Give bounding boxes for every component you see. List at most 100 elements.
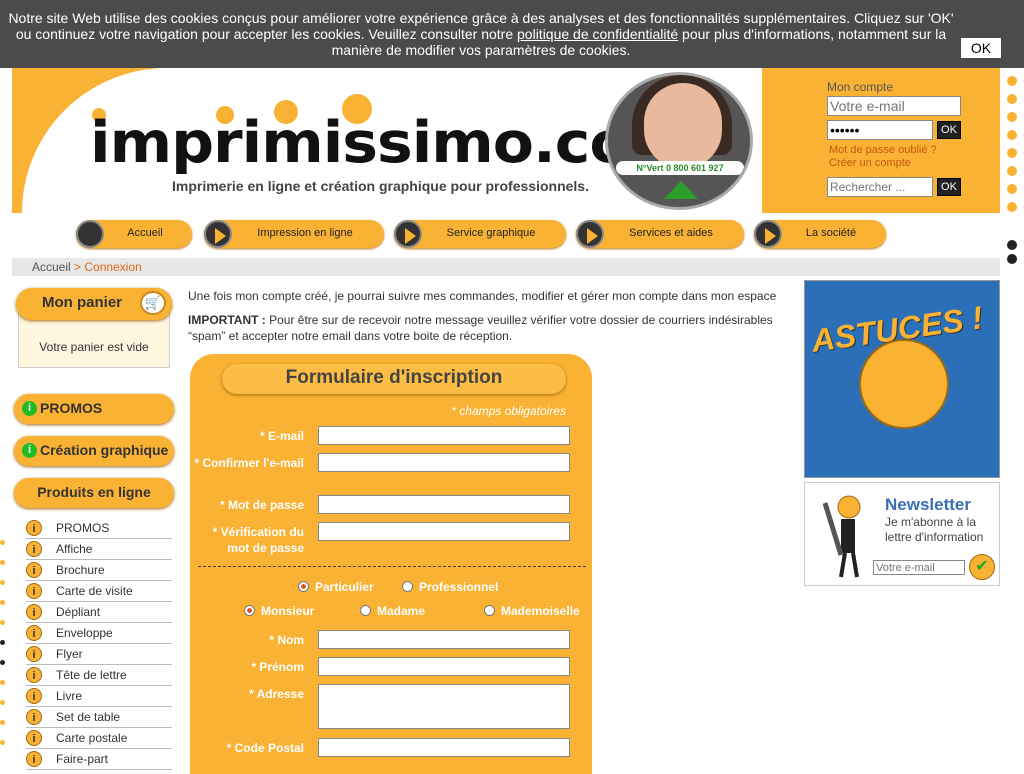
site-logo[interactable]: imprimissimo.com bbox=[90, 110, 692, 177]
arrow-up-icon bbox=[664, 181, 698, 199]
info-icon: i bbox=[22, 401, 37, 416]
site-header: imprimissimo.com Imprimerie en ligne et … bbox=[12, 68, 1000, 213]
required-note: * champs obligatoires bbox=[451, 404, 566, 418]
registration-form: Formulaire d'inscription * champs obliga… bbox=[190, 354, 592, 774]
play-arrow-icon bbox=[405, 228, 416, 244]
play-arrow-icon bbox=[765, 228, 776, 244]
info-icon: i bbox=[26, 625, 42, 641]
code-postal-field[interactable] bbox=[318, 738, 570, 757]
astuces-banner[interactable]: ASTUCES ! bbox=[804, 280, 1000, 478]
form-title: Formulaire d'inscription bbox=[222, 364, 566, 394]
list-item[interactable]: i Flyer bbox=[26, 644, 172, 665]
account-panel: Mon compte OK Mot de passe oublié ? Crée… bbox=[827, 80, 961, 197]
sidebar-promos[interactable]: i PROMOS bbox=[14, 394, 174, 424]
play-arrow-icon bbox=[587, 228, 598, 244]
cart-title[interactable]: Mon panier 🛒 bbox=[16, 288, 172, 320]
search-input[interactable] bbox=[827, 177, 933, 197]
prenom-label: * Prénom bbox=[251, 660, 304, 674]
form-divider bbox=[198, 566, 586, 567]
email-label: * E-mail bbox=[259, 429, 304, 443]
radio-selected-icon bbox=[298, 581, 309, 592]
breadcrumb-current: Connexion bbox=[84, 260, 142, 274]
numero-vert-badge: N°Vert 0 800 601 927 bbox=[616, 161, 744, 175]
list-item[interactable]: i PROMOS bbox=[26, 518, 172, 539]
verify-password-label: * Vérification du mot de passe bbox=[212, 525, 304, 555]
email-field[interactable] bbox=[318, 426, 570, 445]
radio-professionnel[interactable]: Professionnel bbox=[402, 580, 498, 594]
sidebar-creation-graphique[interactable]: i Création graphique bbox=[14, 436, 174, 466]
list-item[interactable]: i Livre bbox=[26, 686, 172, 707]
nom-field[interactable] bbox=[318, 630, 570, 649]
password-field[interactable] bbox=[318, 495, 570, 514]
radio-mademoiselle[interactable]: Mademoiselle bbox=[484, 604, 580, 618]
breadcrumb-home[interactable]: Accueil bbox=[32, 260, 71, 274]
checkmark-icon[interactable]: ✔ bbox=[969, 554, 995, 580]
radio-icon bbox=[484, 605, 495, 616]
play-arrow-icon bbox=[215, 228, 226, 244]
list-item[interactable]: i Tête de lettre bbox=[26, 665, 172, 686]
info-icon: i bbox=[26, 541, 42, 557]
home-bullet-icon bbox=[76, 220, 104, 248]
newsletter-title: Newsletter bbox=[885, 495, 971, 514]
list-item[interactable]: i Carte postale bbox=[26, 728, 172, 749]
nav-la-societe[interactable]: La société bbox=[754, 220, 886, 248]
customer-service-photo[interactable]: N°Vert 0 800 601 927 bbox=[605, 72, 753, 210]
nav-impression[interactable]: Impression en ligne bbox=[204, 220, 384, 248]
smiley-icon bbox=[859, 339, 949, 429]
mascot-pen-icon bbox=[823, 495, 861, 578]
sidebar-produits-heading[interactable]: Produits en ligne bbox=[14, 478, 174, 508]
info-icon: i bbox=[26, 688, 42, 704]
forgot-password-link[interactable]: Mot de passe oublié ? bbox=[829, 144, 937, 156]
nav-services-aides[interactable]: Services et aides bbox=[576, 220, 744, 248]
list-item[interactable]: i Enveloppe bbox=[26, 623, 172, 644]
verify-password-field[interactable] bbox=[318, 522, 570, 541]
breadcrumb: Accueil > Connexion bbox=[12, 258, 1000, 276]
radio-particulier[interactable]: Particulier bbox=[298, 580, 374, 594]
list-item[interactable]: i Faire-part bbox=[26, 749, 172, 770]
account-title: Mon compte bbox=[827, 80, 894, 94]
nav-service-graphique[interactable]: Service graphique bbox=[394, 220, 566, 248]
info-icon: i bbox=[26, 751, 42, 767]
info-icon: i bbox=[26, 730, 42, 746]
create-account-link[interactable]: Créer un compte bbox=[829, 157, 911, 169]
info-icon: i bbox=[26, 667, 42, 683]
login-email-input[interactable] bbox=[827, 96, 961, 116]
newsletter-subtitle: Je m'abonne à la lettre d'information bbox=[885, 515, 984, 544]
code-postal-label: * Code Postal bbox=[226, 741, 304, 755]
list-item[interactable]: i Brochure bbox=[26, 560, 172, 581]
intro-text: Une fois mon compte créé, je pourrai sui… bbox=[188, 289, 777, 303]
cart-empty-text: Votre panier est vide bbox=[39, 340, 149, 354]
list-item[interactable]: i Dépliant bbox=[26, 602, 172, 623]
info-icon: i bbox=[26, 562, 42, 578]
product-list: i PROMOS i Affiche i Brochure i Carte de vis… bbox=[22, 518, 172, 770]
prenom-field[interactable] bbox=[318, 657, 570, 676]
list-item[interactable]: i Carte de visite bbox=[26, 581, 172, 602]
cookie-message: Notre site Web utilise des cookies conçu… bbox=[8, 10, 954, 58]
nom-label: * Nom bbox=[269, 633, 304, 647]
newsletter-email-input[interactable] bbox=[873, 560, 965, 575]
confirm-email-field[interactable] bbox=[318, 453, 570, 472]
nav-accueil[interactable]: Accueil bbox=[76, 220, 192, 248]
login-ok-button[interactable]: OK bbox=[937, 121, 961, 139]
info-icon: i bbox=[26, 583, 42, 599]
radio-monsieur[interactable]: Monsieur bbox=[244, 604, 314, 618]
privacy-policy-link[interactable]: politique de confidentialité bbox=[517, 26, 678, 42]
login-password-input[interactable] bbox=[827, 120, 933, 140]
important-text: IMPORTANT : Pour être sur de recevoir no… bbox=[188, 313, 773, 343]
info-icon: i bbox=[22, 443, 37, 458]
search-ok-button[interactable]: OK bbox=[937, 178, 961, 196]
main-nav: Accueil Impression en ligne Service grap… bbox=[76, 220, 888, 250]
radio-selected-icon bbox=[244, 605, 255, 616]
cart-icon: 🛒 bbox=[140, 291, 166, 315]
main-content: Une fois mon compte créé, je pourrai sui… bbox=[188, 288, 788, 774]
list-item[interactable]: i Affiche bbox=[26, 539, 172, 560]
info-icon: i bbox=[26, 520, 42, 536]
radio-madame[interactable]: Madame bbox=[360, 604, 425, 618]
password-label: * Mot de passe bbox=[219, 498, 304, 512]
newsletter-box: Newsletter Je m'abonne à la lettre d'inf… bbox=[804, 482, 1000, 586]
radio-icon bbox=[360, 605, 371, 616]
list-item[interactable]: i Set de table bbox=[26, 707, 172, 728]
info-icon: i bbox=[26, 604, 42, 620]
adresse-field[interactable] bbox=[318, 684, 570, 729]
cookie-ok-button[interactable]: OK bbox=[961, 38, 1001, 58]
